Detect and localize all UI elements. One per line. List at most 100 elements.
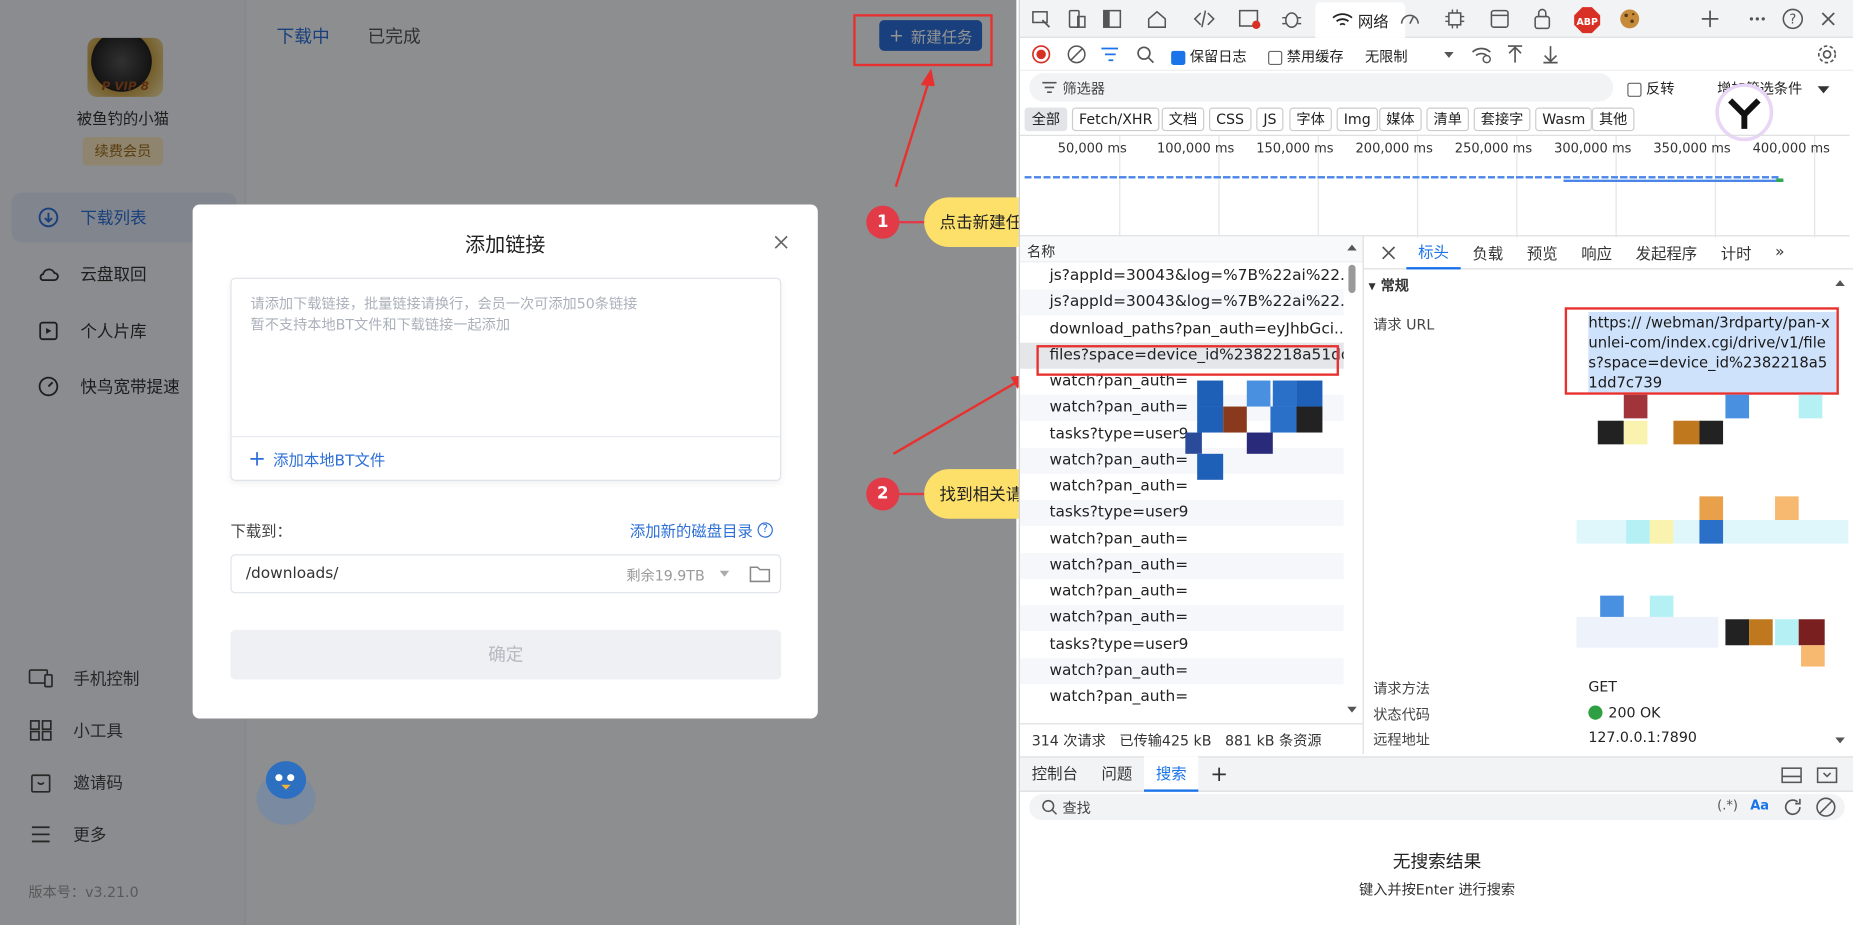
request-row[interactable]: js?appId=30043&log=%7B%22ai%22...: [1019, 289, 1344, 316]
filter-placeholder: 筛选器: [1062, 80, 1106, 97]
dock-icon[interactable]: [1100, 7, 1124, 31]
tab-network[interactable]: 网络: [1315, 2, 1406, 38]
type-filter-6[interactable]: Img: [1336, 107, 1378, 132]
adblock-icon[interactable]: ABP: [1573, 6, 1601, 34]
bug-icon[interactable]: [1280, 7, 1304, 31]
detail-scrollbar[interactable]: [1834, 277, 1846, 750]
type-filter-5[interactable]: 字体: [1289, 107, 1332, 132]
timeline-tick-label: 400,000 ms: [1752, 140, 1830, 156]
callout-connector: [898, 220, 927, 224]
chevron-down-icon[interactable]: [1816, 85, 1830, 94]
type-filter-9[interactable]: 套接字: [1473, 107, 1531, 132]
timeline-tick-label: 100,000 ms: [1156, 140, 1235, 156]
tabs-overflow-icon[interactable]: »: [1763, 243, 1796, 261]
tab-issues[interactable]: 问题: [1090, 756, 1144, 791]
request-row[interactable]: watch?pan_auth=: [1019, 657, 1344, 684]
type-filter-0[interactable]: 全部: [1024, 107, 1068, 132]
chevron-down-icon[interactable]: [1443, 51, 1455, 60]
preserve-log-label: 保留日志: [1189, 48, 1247, 65]
extension-logo-icon[interactable]: [1715, 83, 1774, 142]
general-section-header[interactable]: ▾ 常规: [1369, 275, 1409, 295]
dock-drawer-icon[interactable]: [1781, 767, 1802, 784]
method-label: 请求方法: [1373, 680, 1430, 698]
throttle-select[interactable]: 无限制: [1365, 46, 1408, 66]
more-icon[interactable]: [1746, 7, 1770, 31]
request-row[interactable]: download_paths?pan_auth=eyJhbGci...: [1020, 316, 1343, 342]
remote-address-label: 远程地址: [1373, 731, 1430, 749]
request-row[interactable]: watch?pan_auth=: [1020, 526, 1344, 552]
request-list-scrollbar[interactable]: [1346, 243, 1358, 718]
status-code-label: 状态代码: [1373, 706, 1430, 724]
regex-toggle-icon[interactable]: (.*): [1717, 798, 1738, 813]
type-filter-1[interactable]: Fetch/XHR: [1071, 107, 1160, 132]
type-filter-2[interactable]: 文档: [1161, 107, 1205, 132]
gear-icon[interactable]: [1816, 44, 1837, 65]
close-drawer-icon[interactable]: [1816, 767, 1838, 784]
request-row[interactable]: watch?pan_auth=: [1020, 579, 1344, 605]
svg-text:?: ?: [1789, 13, 1796, 28]
tab-payload[interactable]: 负载: [1461, 241, 1515, 264]
type-filter-11[interactable]: 其他: [1591, 107, 1635, 132]
type-filter-7[interactable]: 媒体: [1379, 107, 1422, 132]
inspect-icon[interactable]: [1029, 7, 1053, 31]
checkbox-checked[interactable]: [1171, 50, 1186, 65]
cookie-icon[interactable]: [1618, 7, 1642, 31]
request-row[interactable]: watch?pan_auth=: [1020, 684, 1344, 710]
request-row[interactable]: watch?pan_auth=: [1020, 474, 1344, 500]
tab-preview[interactable]: 预览: [1515, 241, 1569, 264]
search-input[interactable]: 查找 (.*) Aa: [1029, 794, 1845, 821]
preserve-log-checkbox[interactable]: 保留日志: [1171, 46, 1247, 66]
timeline-tick-label: 50,000 ms: [1057, 140, 1127, 156]
tab-search[interactable]: 搜索: [1144, 756, 1199, 792]
clear-search-icon[interactable]: [1814, 795, 1838, 819]
application-icon[interactable]: [1488, 7, 1512, 31]
device-toggle-icon[interactable]: [1065, 7, 1089, 31]
checkbox-unchecked[interactable]: [1627, 82, 1642, 97]
network-conditions-icon[interactable]: [1471, 45, 1492, 64]
add-drawer-tab-icon[interactable]: +: [1198, 756, 1239, 791]
tab-timing[interactable]: 计时: [1709, 241, 1763, 264]
wifi-icon: [1332, 13, 1353, 26]
tab-headers[interactable]: 标头: [1406, 236, 1461, 269]
request-row[interactable]: js?appId=30043&log=%7B%22ai%22...: [1020, 264, 1343, 290]
code-icon[interactable]: [1192, 7, 1216, 31]
performance-icon[interactable]: [1398, 7, 1422, 31]
request-row[interactable]: tasks?type=user9: [1020, 632, 1344, 658]
type-filter-4[interactable]: JS: [1256, 107, 1284, 132]
disable-cache-checkbox[interactable]: 禁用缓存: [1268, 46, 1344, 66]
import-har-icon[interactable]: [1507, 45, 1524, 64]
close-icon[interactable]: [1380, 244, 1397, 261]
name-column-header[interactable]: 名称: [1019, 236, 1363, 263]
app-window: P VIP 8 被鱼钓的小猫 续费会员 下载列表 云盘取回 个人片库 快鸟宽带提…: [0, 0, 1029, 925]
request-row[interactable]: watch?pan_auth=: [1019, 605, 1344, 632]
console-icon[interactable]: [1237, 7, 1261, 31]
refresh-icon[interactable]: [1781, 795, 1805, 819]
invert-checkbox[interactable]: 反转: [1627, 78, 1674, 98]
request-row[interactable]: watch?pan_auth=: [1019, 552, 1344, 579]
request-row[interactable]: tasks?type=user9: [1019, 500, 1344, 527]
home-icon[interactable]: [1145, 7, 1169, 31]
close-icon[interactable]: [1816, 7, 1840, 31]
filter-input[interactable]: 筛选器: [1029, 73, 1614, 102]
tab-initiator[interactable]: 发起程序: [1624, 241, 1709, 264]
tab-response[interactable]: 响应: [1569, 241, 1623, 264]
network-timeline[interactable]: 50,000 ms 100,000 ms 150,000 ms 200,000 ms 2…: [1019, 134, 1850, 238]
network-controls: 保留日志 禁用缓存 无限制: [1019, 38, 1853, 71]
request-row[interactable]: watch?pan_auth=: [1019, 447, 1344, 474]
record-icon[interactable]: [1032, 45, 1051, 64]
export-har-icon[interactable]: [1542, 45, 1559, 64]
tab-console[interactable]: 控制台: [1020, 756, 1090, 791]
search-icon[interactable]: [1136, 45, 1155, 64]
security-icon[interactable]: [1530, 7, 1554, 31]
add-tab-icon[interactable]: [1698, 7, 1722, 31]
resources-size: 881 kB 条资源: [1224, 732, 1322, 750]
type-filter-3[interactable]: CSS: [1208, 107, 1252, 132]
help-icon[interactable]: ?: [1781, 7, 1805, 31]
type-filter-10[interactable]: Wasm: [1535, 107, 1593, 132]
type-filter-8[interactable]: 清单: [1426, 107, 1469, 132]
checkbox-unchecked[interactable]: [1268, 50, 1283, 65]
match-case-icon[interactable]: Aa: [1750, 798, 1769, 813]
clear-icon[interactable]: [1067, 45, 1086, 64]
memory-icon[interactable]: [1443, 7, 1467, 31]
filter-icon[interactable]: [1100, 45, 1121, 64]
